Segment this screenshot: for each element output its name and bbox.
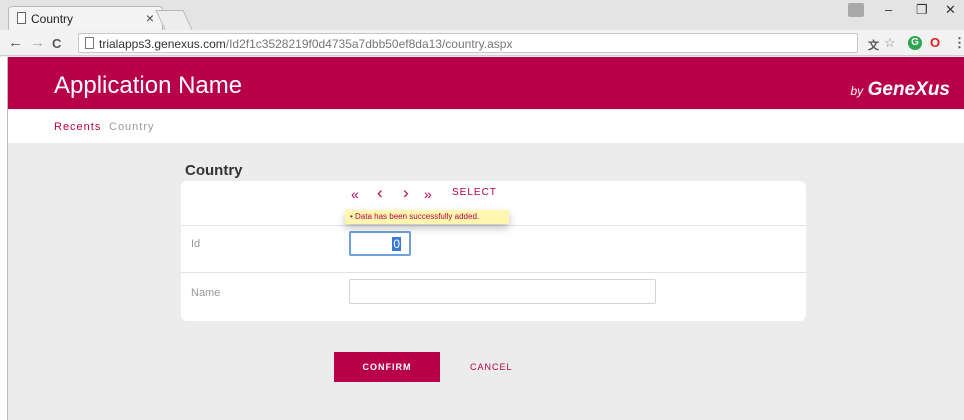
- logo-brand: GeneXus: [867, 79, 950, 100]
- window-left-edge: [0, 57, 8, 420]
- page-icon: [85, 37, 94, 49]
- app-header: Application Name by GeneXus: [8, 57, 964, 109]
- restore-icon[interactable]: ❐: [916, 2, 928, 18]
- success-message: • Data has been successfully added.: [345, 210, 509, 224]
- translate-icon[interactable]: 文: [868, 37, 879, 53]
- row-divider: [181, 272, 806, 273]
- name-input[interactable]: [349, 279, 656, 304]
- next-record-button[interactable]: ›: [403, 183, 409, 203]
- url-text: trialapps3.genexus.com/Id2f1c3528219f0d4…: [99, 37, 512, 51]
- address-bar-row: ← → C trialapps3.genexus.com/Id2f1c35282…: [0, 30, 964, 56]
- app-name[interactable]: Application Name: [54, 72, 242, 100]
- reload-icon[interactable]: C: [52, 36, 61, 51]
- bookmark-star-icon[interactable]: ☆: [884, 35, 896, 51]
- last-record-button[interactable]: »: [424, 186, 432, 202]
- url-input[interactable]: trialapps3.genexus.com/Id2f1c3528219f0d4…: [78, 33, 858, 53]
- grammarly-icon[interactable]: G: [908, 36, 922, 50]
- logo-by: by: [850, 84, 864, 98]
- tab-close-icon[interactable]: ×: [146, 10, 154, 26]
- genexus-logo: by GeneXus: [850, 79, 950, 101]
- menu-icon[interactable]: ⋮: [953, 35, 964, 51]
- url-host: trialapps3.genexus.com: [99, 37, 226, 51]
- tab-title: Country: [31, 12, 74, 26]
- opera-icon[interactable]: O: [930, 35, 940, 50]
- row-divider: [181, 225, 806, 226]
- previous-record-button[interactable]: ‹: [377, 183, 383, 203]
- breadcrumb-recents[interactable]: Recents: [54, 121, 101, 133]
- back-icon[interactable]: ←: [8, 34, 23, 51]
- url-path: /Id2f1c3528219f0d4735a7dbb50ef8da13/coun…: [225, 37, 513, 51]
- id-value: 0: [392, 237, 401, 251]
- name-label: Name: [191, 287, 221, 299]
- breadcrumb: Recents Country: [8, 110, 964, 143]
- first-record-button[interactable]: «: [351, 186, 359, 202]
- confirm-button[interactable]: CONFIRM: [334, 352, 440, 382]
- success-message-text: Data has been successfully added.: [355, 212, 480, 221]
- page-title: Country: [185, 162, 243, 179]
- minimize-icon[interactable]: –: [885, 2, 892, 17]
- select-link[interactable]: SELECT: [452, 187, 497, 198]
- id-label: Id: [191, 238, 201, 250]
- browser-tab[interactable]: Country ×: [8, 6, 163, 30]
- breadcrumb-current: Country: [109, 121, 155, 133]
- forward-icon[interactable]: →: [30, 34, 45, 51]
- close-window-icon[interactable]: ✕: [945, 2, 956, 18]
- profile-icon[interactable]: [848, 3, 864, 17]
- id-input[interactable]: 0: [349, 231, 411, 256]
- document-icon: [17, 12, 26, 24]
- browser-tabstrip: Country × – ❐ ✕: [0, 0, 964, 30]
- cancel-button[interactable]: CANCEL: [470, 362, 513, 372]
